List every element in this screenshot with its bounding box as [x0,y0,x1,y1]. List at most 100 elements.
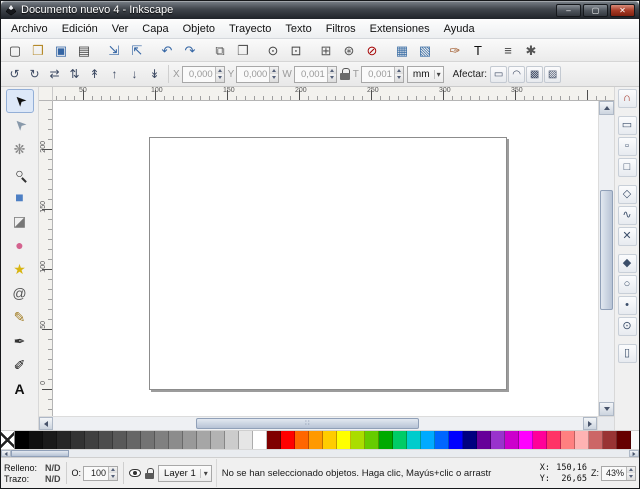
palette-swatch[interactable] [365,431,379,449]
lower-to-bottom-button[interactable]: ↡ [145,65,164,84]
pen-tool[interactable]: ✒ [6,329,34,353]
palette-swatch[interactable] [239,431,253,449]
tweak-tool[interactable]: ❋ [6,137,34,161]
spin-arrows-icon[interactable] [215,67,224,82]
vertical-scrollbar[interactable] [598,101,614,416]
layer-lock-icon[interactable] [145,468,154,479]
palette-swatch[interactable] [323,431,337,449]
y-position-field[interactable]: 0,000 [236,66,279,83]
spin-arrows-icon[interactable] [394,67,403,82]
selector-tool[interactable]: ➤ [6,89,34,113]
snap-smooth-nodes[interactable]: ○ [618,275,637,294]
horizontal-scrollbar[interactable]: ∷ [39,416,597,430]
menu-objeto[interactable]: Objeto [176,21,222,37]
zoom-tool[interactable]: ○ [6,161,34,185]
palette-swatch[interactable] [477,431,491,449]
text-tool[interactable]: A [6,377,34,401]
palette-swatch[interactable] [211,431,225,449]
palette-swatch[interactable] [393,431,407,449]
snap-midpoints[interactable]: • [618,296,637,315]
width-field[interactable]: 0,001 [294,66,337,83]
paste-button[interactable]: ❐ [232,40,254,60]
close-button[interactable]: ✕ [610,4,635,17]
redo-button[interactable]: ↷ [179,40,201,60]
scroll-left-button[interactable] [39,417,53,430]
scale-corners-toggle[interactable]: ◠ [508,66,525,83]
text-dialog-button[interactable]: T [467,40,489,60]
palette-swatch[interactable] [253,431,267,449]
node-tool[interactable]: ➤ [6,113,34,137]
spin-arrows-icon[interactable] [327,67,336,82]
palette-swatch[interactable] [197,431,211,449]
menu-ayuda[interactable]: Ayuda [437,21,482,37]
snap-nodes[interactable]: ◇ [618,185,637,204]
move-gradients-toggle[interactable]: ▩ [526,66,543,83]
open-document-button[interactable]: ❒ [27,40,49,60]
scroll-down-button[interactable] [599,402,614,416]
snap-enable-toggle[interactable]: ∩ [618,89,637,108]
menu-texto[interactable]: Texto [278,21,318,37]
palette-swatch[interactable] [379,431,393,449]
layer-dropdown[interactable]: Layer 1 ▾ [158,465,212,482]
menu-filtros[interactable]: Filtros [319,21,363,37]
menu-ver[interactable]: Ver [105,21,136,37]
lock-ratio-icon[interactable] [340,68,350,81]
palette-swatch[interactable] [449,431,463,449]
spin-arrows-icon[interactable] [108,467,117,480]
palette-swatch[interactable] [603,431,617,449]
rectangle-tool[interactable]: ■ [6,185,34,209]
no-color-swatch[interactable] [1,431,15,449]
save-button[interactable]: ▣ [50,40,72,60]
palette-swatch[interactable] [267,431,281,449]
spin-arrows-icon[interactable] [269,67,278,82]
palette-scroll-track[interactable] [11,450,629,457]
palette-swatch[interactable] [463,431,477,449]
menu-edicion[interactable]: Edición [55,21,105,37]
undo-button[interactable]: ↶ [156,40,178,60]
pencil-tool[interactable]: ✎ [6,305,34,329]
snap-path-intersections[interactable]: ✕ [618,227,637,246]
lower-button[interactable]: ↓ [125,65,144,84]
palette-swatch[interactable] [505,431,519,449]
fill-stroke-dialog-button[interactable]: ✑ [444,40,466,60]
duplicate-button[interactable]: ⊞ [315,40,337,60]
snap-bbox[interactable]: ▭ [618,116,637,135]
snap-cusp-nodes[interactable]: ◆ [618,254,637,273]
palette-swatch[interactable] [183,431,197,449]
palette-swatch[interactable] [519,431,533,449]
vertical-ruler[interactable]: 200 150 100 50 0 [39,101,53,416]
raise-to-top-button[interactable]: ↟ [85,65,104,84]
units-dropdown[interactable]: mm ▾ [407,66,444,83]
layer-visibility-icon[interactable] [129,469,141,477]
snap-bbox-corners[interactable]: □ [618,158,637,177]
canvas[interactable] [53,101,598,416]
scale-stroke-toggle[interactable]: ▭ [490,66,507,83]
stroke-value[interactable]: N/D [45,474,61,484]
snap-page-border[interactable]: ▯ [618,344,637,363]
box3d-tool[interactable]: ◪ [6,209,34,233]
title-bar[interactable]: Documento nuevo 4 - Inkscape – ▢ ✕ [1,1,639,19]
palette-swatch[interactable] [421,431,435,449]
palette-swatch[interactable] [281,431,295,449]
new-document-button[interactable]: ▢ [4,40,26,60]
palette-swatch[interactable] [155,431,169,449]
move-patterns-toggle[interactable]: ▨ [544,66,561,83]
palette-swatch[interactable] [113,431,127,449]
export-button[interactable]: ⇱ [126,40,148,60]
palette-swatch[interactable] [337,431,351,449]
align-dialog-button[interactable]: ≡ [497,40,519,60]
horizontal-scroll-track[interactable]: ∷ [53,417,583,430]
fill-value[interactable]: N/D [45,463,61,473]
palette-swatch[interactable] [561,431,575,449]
flip-horizontal-button[interactable]: ⇄ [45,65,64,84]
snap-bbox-edges[interactable]: ▫ [618,137,637,156]
height-field[interactable]: 0,001 [361,66,404,83]
unlink-clone-button[interactable]: ⊘ [361,40,383,60]
menu-extensiones[interactable]: Extensiones [363,21,437,37]
palette-scroll-right-button[interactable] [629,450,639,457]
rotate-ccw-button[interactable]: ↺ [5,65,24,84]
palette-scroll-left-button[interactable] [1,450,11,457]
menu-archivo[interactable]: Archivo [4,21,55,37]
calligraphy-tool[interactable]: ✐ [6,353,34,377]
palette-swatch[interactable] [29,431,43,449]
